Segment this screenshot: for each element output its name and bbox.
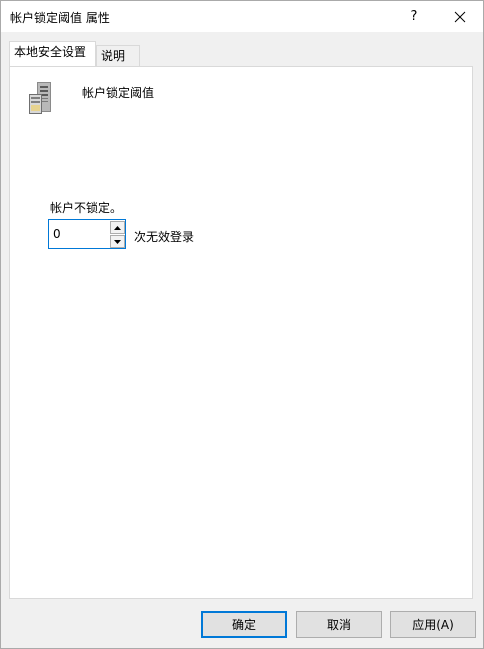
tab-explain[interactable]: 说明 xyxy=(96,45,140,67)
arrow-down-icon xyxy=(114,239,121,244)
threshold-spinbox[interactable] xyxy=(48,219,126,249)
close-icon xyxy=(454,11,466,22)
cancel-button[interactable]: 取消 xyxy=(296,611,382,638)
help-button[interactable]: ? xyxy=(391,1,437,32)
invalid-logons-label: 次无效登录 xyxy=(134,230,195,244)
arrow-up-icon xyxy=(114,225,121,230)
spin-down-button[interactable] xyxy=(110,235,125,248)
window-title: 帐户锁定阈值 属性 xyxy=(10,11,110,25)
ok-button[interactable]: 确定 xyxy=(201,611,287,638)
close-button[interactable] xyxy=(437,1,483,32)
threshold-input[interactable] xyxy=(53,225,103,243)
server-icon xyxy=(29,82,51,114)
help-icon: ? xyxy=(410,9,418,24)
policy-name: 帐户锁定阈值 xyxy=(82,86,155,100)
tab-panel: 帐户锁定阈值 帐户不锁定。 次无效登录 xyxy=(9,66,473,599)
properties-dialog: 帐户锁定阈值 属性 ? 本地安全设置 说明 帐户锁定阈值 帐户不锁定。 0 次无… xyxy=(0,0,484,649)
title-bar: 帐户锁定阈值 属性 ? xyxy=(1,1,483,32)
spin-up-button[interactable] xyxy=(110,221,125,234)
lockout-status-text: 帐户不锁定。 xyxy=(50,201,123,215)
tab-local-security-setting[interactable]: 本地安全设置 xyxy=(9,41,96,66)
apply-button[interactable]: 应用(A) xyxy=(390,611,476,638)
